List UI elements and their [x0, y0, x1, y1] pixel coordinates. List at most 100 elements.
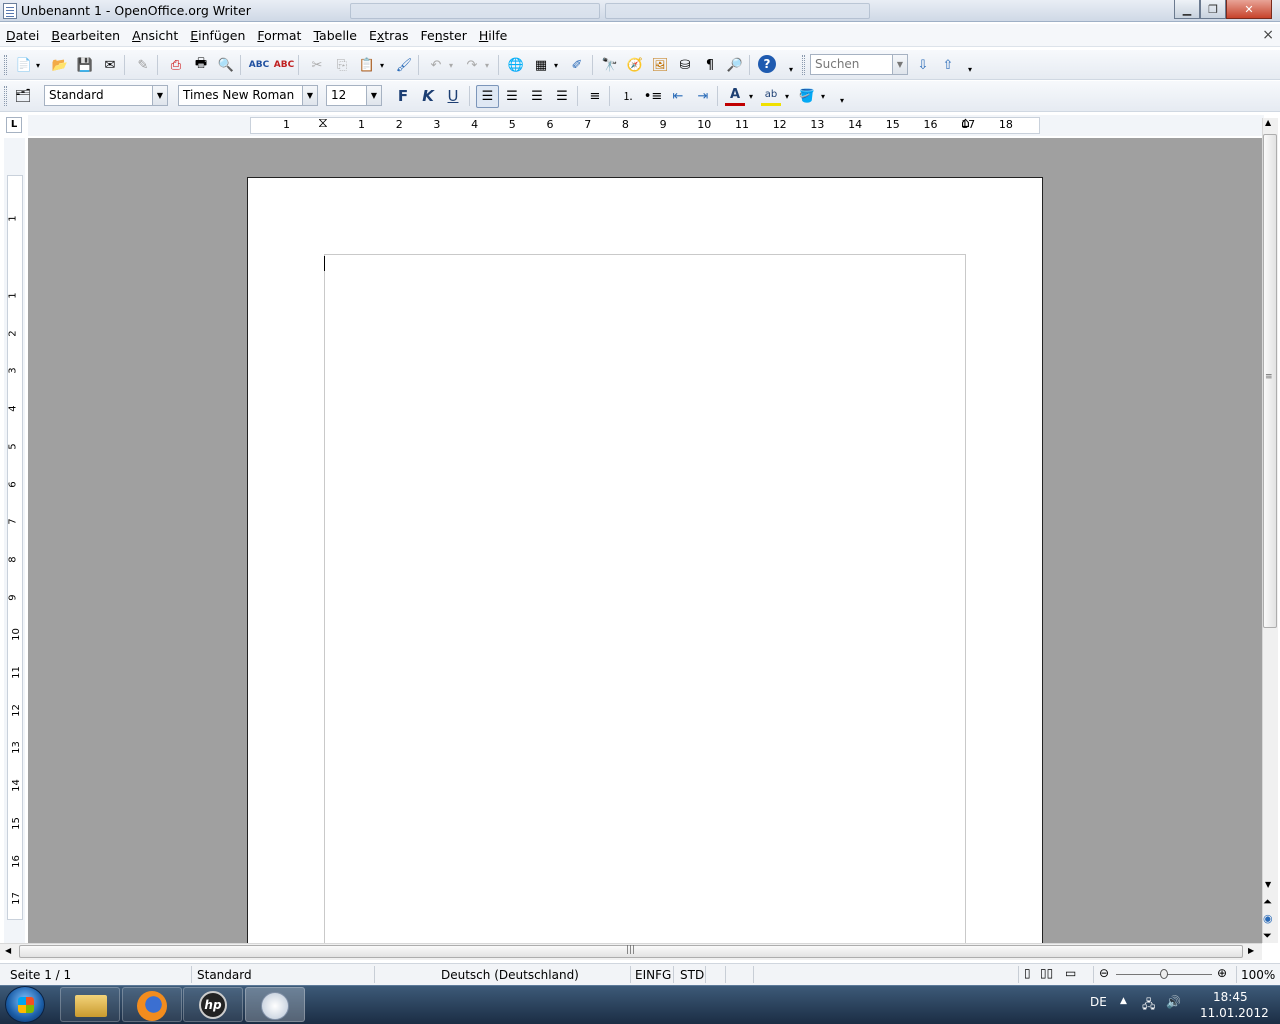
align-left-button[interactable]: ☰: [476, 85, 499, 108]
selection-mode[interactable]: STD: [680, 968, 704, 982]
scroll-left-arrow-icon[interactable]: ◀: [5, 946, 11, 955]
copy-icon[interactable]: ⎘: [332, 55, 352, 75]
increase-indent-icon[interactable]: ⇥: [693, 86, 713, 106]
undo-dropdown-arrow-icon[interactable]: ▾: [446, 55, 456, 75]
font-size-dropdown-icon[interactable]: ▼: [366, 86, 381, 105]
scroll-down-arrow-icon[interactable]: ▼: [1265, 880, 1271, 889]
highlighting-dropdown-icon[interactable]: ▾: [782, 86, 792, 106]
clock-time[interactable]: 18:45: [1213, 990, 1248, 1004]
styles-and-formatting-icon[interactable]: 🗂: [13, 86, 33, 106]
multi-page-view-icon[interactable]: ▯▯: [1040, 966, 1053, 980]
new-dropdown-arrow-icon[interactable]: ▾: [33, 55, 43, 75]
paste-icon[interactable]: 📋: [357, 55, 377, 75]
tab-stop-type-selector[interactable]: L: [6, 117, 22, 133]
close-document-button[interactable]: ×: [1262, 27, 1274, 43]
menu-extras[interactable]: Extras: [369, 28, 409, 43]
scroll-right-arrow-icon[interactable]: ▶: [1248, 946, 1254, 955]
restore-button[interactable]: ❐: [1200, 0, 1226, 19]
redo-icon[interactable]: ↷: [462, 55, 482, 75]
bold-button[interactable]: F: [393, 86, 413, 106]
font-color-icon[interactable]: A: [725, 86, 745, 106]
open-icon[interactable]: 📂: [50, 55, 70, 75]
left-indent-marker-icon[interactable]: ⧖: [318, 116, 328, 130]
search-dropdown-arrow-icon[interactable]: ▼: [892, 55, 907, 74]
menu-format[interactable]: Format: [257, 28, 301, 43]
minimize-button[interactable]: ▁: [1174, 0, 1200, 19]
right-indent-marker-icon[interactable]: ⌂: [961, 116, 970, 130]
horizontal-ruler-text-area[interactable]: [250, 117, 1040, 134]
autospellcheck-icon[interactable]: ABC: [274, 55, 294, 75]
table-dropdown-arrow-icon[interactable]: ▾: [551, 55, 561, 75]
show-draw-functions-icon[interactable]: ✐: [567, 55, 587, 75]
numbering-icon[interactable]: ⒈: [618, 86, 638, 106]
toolbar-grip[interactable]: [4, 86, 7, 106]
toolbar-grip[interactable]: [802, 55, 805, 75]
single-page-view-icon[interactable]: ▯: [1024, 966, 1031, 980]
formatting-marks-icon[interactable]: ¶: [700, 55, 720, 75]
search-input[interactable]: Suchen ▼: [810, 54, 908, 75]
taskbar-firefox[interactable]: [122, 987, 182, 1022]
find-next-icon[interactable]: ⇩: [913, 55, 933, 75]
next-page-icon[interactable]: ⏷: [1263, 929, 1272, 943]
background-color-dropdown-icon[interactable]: ▾: [818, 86, 828, 106]
paste-dropdown-arrow-icon[interactable]: ▾: [377, 55, 387, 75]
navigation-icon[interactable]: ◉: [1263, 912, 1273, 925]
menu-fenster[interactable]: Fenster: [421, 28, 467, 43]
vertical-ruler-text-area[interactable]: [7, 175, 23, 920]
search-toolbar-overflow-arrow-icon[interactable]: ▾: [965, 59, 975, 79]
undo-icon[interactable]: ↶: [426, 55, 446, 75]
spellcheck-icon[interactable]: ABC: [249, 55, 269, 75]
gallery-icon[interactable]: 🖼: [650, 55, 670, 75]
new-document-icon[interactable]: 📄: [14, 55, 34, 75]
toolbar-overflow-arrow-icon[interactable]: ▾: [786, 59, 796, 79]
zoom-in-icon[interactable]: ⊕: [1217, 966, 1227, 980]
email-icon[interactable]: ✉: [100, 55, 120, 75]
line-spacing-icon[interactable]: ≡: [585, 86, 605, 106]
taskbar-openoffice-writer[interactable]: [245, 987, 305, 1022]
align-justify-icon[interactable]: ☰: [552, 86, 572, 106]
hyperlink-icon[interactable]: 🌐: [506, 55, 526, 75]
find-previous-icon[interactable]: ⇧: [938, 55, 958, 75]
align-center-icon[interactable]: ☰: [502, 86, 522, 106]
toolbar-grip[interactable]: [4, 55, 7, 75]
menu-hilfe[interactable]: Hilfe: [479, 28, 507, 43]
data-sources-icon[interactable]: ⛁: [675, 55, 695, 75]
show-hidden-icons-icon[interactable]: ▲: [1120, 996, 1127, 1006]
menu-tabelle[interactable]: Tabelle: [313, 28, 357, 43]
page-style[interactable]: Standard: [197, 968, 252, 982]
page-count[interactable]: Seite 1 / 1: [10, 968, 71, 982]
font-name-dropdown-icon[interactable]: ▼: [302, 86, 317, 105]
format-paintbrush-icon[interactable]: 🖌: [394, 55, 414, 75]
font-color-dropdown-icon[interactable]: ▾: [746, 86, 756, 106]
menu-bearbeiten[interactable]: Bearbeiten: [51, 28, 120, 43]
menu-einfuegen[interactable]: Einfügen: [190, 28, 245, 43]
font-name-select[interactable]: Times New Roman ▼: [178, 85, 318, 106]
toolbar-overflow-arrow-icon[interactable]: ▾: [837, 90, 847, 110]
redo-dropdown-arrow-icon[interactable]: ▾: [482, 55, 492, 75]
help-icon[interactable]: ?: [758, 55, 776, 73]
scroll-up-arrow-icon[interactable]: ▲: [1265, 118, 1271, 127]
taskbar-explorer[interactable]: [60, 987, 120, 1022]
volume-icon[interactable]: 🔊: [1166, 995, 1181, 1009]
book-view-icon[interactable]: ▭: [1065, 966, 1076, 980]
menu-datei[interactable]: Datei: [6, 28, 39, 43]
input-language[interactable]: DE: [1090, 995, 1107, 1009]
cut-icon[interactable]: ✂: [307, 55, 327, 75]
bullets-icon[interactable]: •≡: [643, 86, 663, 106]
start-button[interactable]: [5, 986, 45, 1023]
menu-ansicht[interactable]: Ansicht: [132, 28, 178, 43]
zoom-icon[interactable]: 🔎: [725, 55, 745, 75]
table-icon[interactable]: ▦: [531, 55, 551, 75]
page-preview-icon[interactable]: 🔍: [216, 55, 236, 75]
background-color-icon[interactable]: 🪣: [797, 86, 817, 106]
italic-button[interactable]: K: [418, 86, 438, 106]
paragraph-style-select[interactable]: Standard ▼: [44, 85, 168, 106]
close-button[interactable]: ✕: [1226, 0, 1272, 19]
export-pdf-icon[interactable]: ⎙: [166, 55, 186, 75]
underline-button[interactable]: U: [443, 86, 463, 106]
save-icon[interactable]: 💾: [75, 55, 95, 75]
paragraph-style-dropdown-icon[interactable]: ▼: [152, 86, 167, 105]
network-icon[interactable]: 🖧: [1142, 995, 1155, 1016]
previous-page-icon[interactable]: ⏶: [1263, 895, 1272, 909]
print-icon[interactable]: 🖶: [191, 55, 211, 75]
